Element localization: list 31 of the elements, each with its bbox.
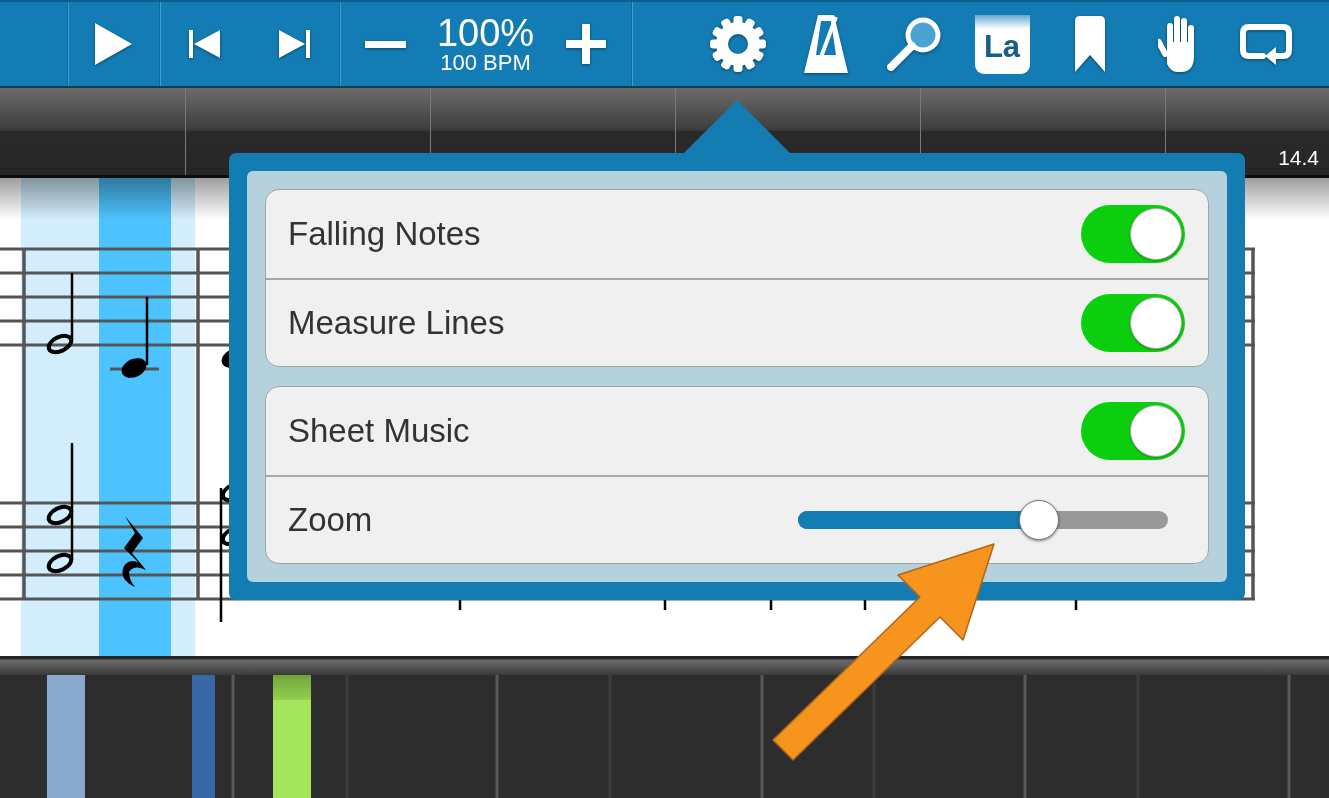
setting-label: Sheet Music: [288, 412, 470, 450]
metronome-button[interactable]: [802, 13, 850, 75]
loop-icon: [1239, 23, 1293, 65]
plus-icon: [565, 24, 606, 64]
minus-icon: [364, 40, 406, 48]
skip-back-icon: [189, 30, 221, 58]
tempo-percent: 100%: [436, 14, 535, 52]
loop-button[interactable]: [1237, 21, 1295, 67]
metronome-icon: [804, 15, 848, 73]
tempo-down-button[interactable]: [362, 38, 408, 50]
setting-label: Falling Notes: [288, 215, 481, 253]
setting-label: Zoom: [288, 501, 373, 539]
tempo-up-button[interactable]: [563, 22, 608, 66]
bookmark-button[interactable]: [1073, 14, 1107, 74]
settings-icon: [710, 16, 766, 72]
search-icon: [886, 16, 942, 72]
play-icon: [95, 23, 132, 65]
skip-forward-icon: [278, 30, 310, 58]
bookmark-icon: [1075, 16, 1105, 72]
toggle-switch[interactable]: [1081, 402, 1185, 460]
slider-thumb[interactable]: [1018, 500, 1059, 540]
setting-label: Measure Lines: [288, 304, 505, 342]
previous-button[interactable]: [187, 28, 223, 60]
toggle-switch[interactable]: [1081, 294, 1185, 352]
toggle-switch[interactable]: [1081, 205, 1185, 263]
next-button[interactable]: [276, 28, 312, 60]
note-names-button[interactable]: La: [974, 14, 1030, 74]
settings-button[interactable]: [708, 14, 768, 74]
measure-number: 14.4: [1278, 146, 1319, 170]
tempo-bpm: 100 BPM: [440, 52, 531, 74]
play-button[interactable]: [93, 21, 134, 67]
